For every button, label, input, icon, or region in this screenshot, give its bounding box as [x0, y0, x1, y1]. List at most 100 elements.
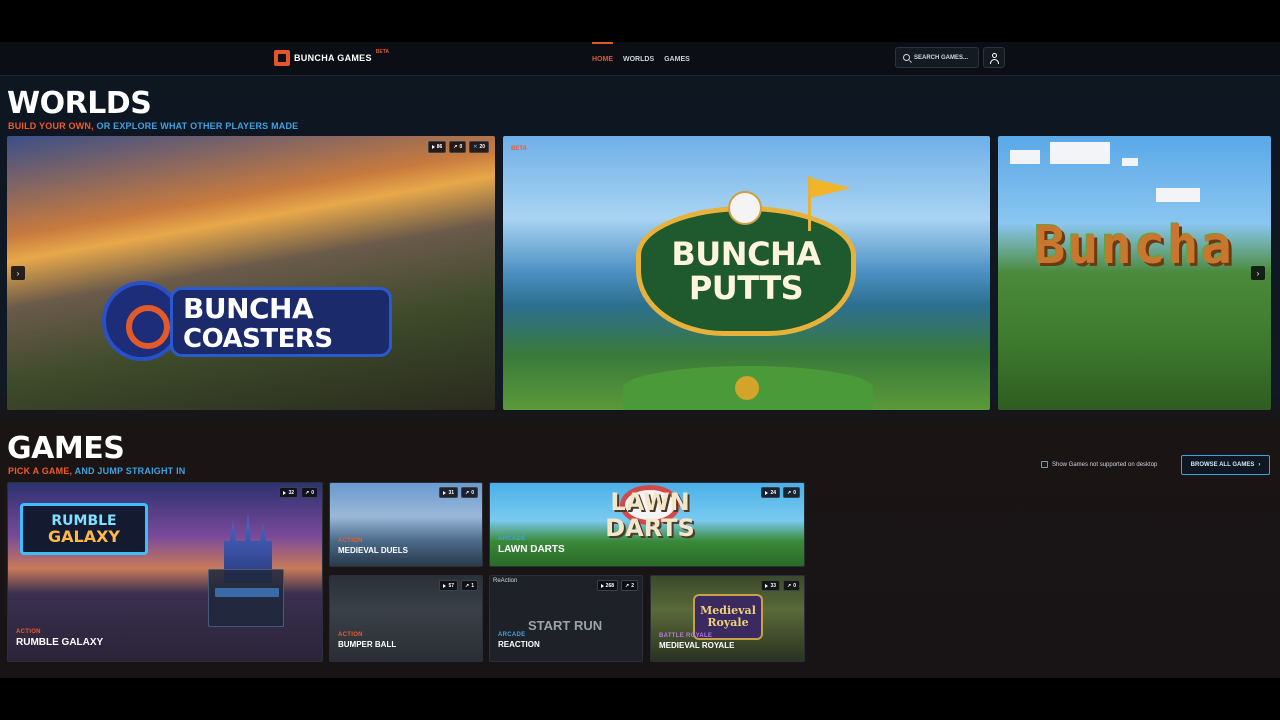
play-icon	[443, 583, 447, 588]
rumble-galaxy-logo: RUMBLE GALAXY	[20, 503, 148, 555]
worlds-subtitle-a: BUILD YOUR OWN,	[8, 121, 94, 131]
trend-icon: ↗	[305, 489, 310, 496]
games-subtitle-a: PICK A GAME,	[8, 466, 73, 476]
cloud	[1010, 150, 1040, 164]
game-label: ARCADE LAWN DARTS	[498, 536, 565, 555]
user-profile-button[interactable]	[983, 47, 1005, 68]
game-label: ACTION BUMPER BALL	[338, 632, 396, 649]
players-stat: 31	[439, 487, 459, 498]
game-stats: 24 ↗ 0	[761, 487, 800, 498]
ld-logo-line1: LAWN	[610, 488, 690, 516]
play-icon	[600, 583, 604, 588]
start-run-text: START RUN	[528, 618, 603, 633]
buncha-coasters-logo: BUNCHA COASTERS	[102, 281, 392, 361]
brand-logo[interactable]: BUNCHA GAMES BETA	[274, 49, 390, 66]
players-stat: 86	[427, 141, 447, 153]
trend-icon: ↗	[625, 582, 630, 589]
trend-stat: ↗ 0	[783, 487, 800, 498]
game-label: ACTION MEDIEVAL DUELS	[338, 538, 408, 555]
game-category: ACTION	[16, 629, 41, 635]
world-card-buncha-putts[interactable]: BETA BUNCHA PUTTS	[503, 136, 990, 410]
trend-stat: ↗ 1	[461, 580, 478, 591]
players-stat: 268	[596, 580, 619, 591]
trend-stat: ↗ 0	[783, 580, 800, 591]
putts-logo-line1: BUNCHA	[671, 235, 821, 273]
game-card-medieval-duels[interactable]: 31 ↗ 0 ACTION MEDIEVAL DUELS	[329, 482, 483, 567]
play-icon	[443, 490, 447, 495]
players-stat: 57	[439, 580, 459, 591]
play-icon	[765, 583, 769, 588]
world-stats: 86 ↗ 0 ✕ 20	[427, 141, 489, 153]
chevron-right-icon: ›	[1258, 462, 1261, 468]
rg-logo-line2: GALAXY	[47, 527, 120, 546]
letterbox-bottom	[0, 678, 1280, 720]
players-stat: 33	[761, 580, 781, 591]
players-stat: 32	[279, 487, 299, 498]
play-icon	[431, 145, 435, 149]
game-category: ACTION	[338, 632, 363, 638]
game-name: REACTION	[498, 640, 540, 649]
flag-icon	[808, 176, 851, 231]
coaster-logo-text: BUNCHA COASTERS	[170, 287, 392, 357]
search-icon	[903, 54, 910, 61]
game-name: BUMPER BALL	[338, 640, 397, 649]
search-input[interactable]: SEARCH GAMES...	[895, 47, 979, 68]
menu-panel-art	[208, 569, 284, 627]
brand-logo-icon	[274, 50, 290, 66]
trend-icon: ↗	[787, 489, 792, 496]
beta-badge: BETA	[375, 49, 390, 55]
coaster-logo-line1: BUNCHA	[183, 292, 314, 325]
worlds-subtitle: BUILD YOUR OWN, OR EXPLORE WHAT OTHER PL…	[8, 121, 298, 131]
trend-stat: ↗ 0	[449, 141, 467, 153]
main-nav: HOME WORLDS GAMES	[592, 42, 690, 76]
game-category: ARCADE	[498, 536, 526, 542]
game-card-bumper-ball[interactable]: 57 ↗ 1 ACTION BUMPER BALL	[329, 575, 483, 662]
carousel-prev-button[interactable]: ›	[11, 266, 25, 280]
trend-stat: ↗ 0	[301, 487, 318, 498]
play-icon	[765, 490, 769, 495]
tools-stat: ✕ 20	[469, 141, 489, 153]
game-category: BATTLE ROYALE	[659, 633, 713, 639]
top-header: BUNCHA GAMES BETA HOME WORLDS GAMES SEAR…	[0, 42, 1280, 76]
buncha-putts-logo: BUNCHA PUTTS	[636, 206, 856, 336]
game-card-rumble-galaxy[interactable]: RUMBLE GALAXY 32 ↗ 0 ACTION RUMBLE GALAXY	[7, 482, 323, 662]
game-label: ARCADE REACTION	[498, 632, 540, 649]
game-stats: 268 ↗ 2	[596, 580, 638, 591]
game-stats: 33 ↗ 0	[761, 580, 800, 591]
play-icon	[283, 490, 287, 495]
user-icon	[992, 53, 997, 58]
tools-icon: ✕	[473, 144, 478, 150]
nav-home[interactable]: HOME	[592, 42, 613, 76]
show-unsupported-checkbox[interactable]	[1041, 461, 1048, 468]
game-card-reaction[interactable]: ReAction START RUN 268 ↗ 2 ARCADE REACTIO…	[489, 575, 643, 662]
game-category: ARCADE	[498, 632, 526, 638]
trend-icon: ↗	[453, 144, 458, 150]
world-card-buncha-craft[interactable]: Buncha ›	[998, 136, 1271, 410]
app: BUNCHA GAMES BETA HOME WORLDS GAMES SEAR…	[0, 42, 1280, 678]
show-unsupported-label: Show Games not supported on desktop	[1052, 461, 1158, 468]
trend-stat: ↗ 2	[621, 580, 638, 591]
user-icon-body	[990, 59, 999, 64]
carousel-next-button[interactable]: ›	[1251, 266, 1265, 280]
lawn-darts-logo: LAWN DARTS	[585, 489, 715, 549]
buncha-craft-logo: Buncha	[1034, 216, 1271, 276]
games-subtitle-b: AND JUMP STRAIGHT IN	[74, 466, 186, 476]
game-card-medieval-royale[interactable]: Medieval Royale 33 ↗ 0 BATTLE ROYALE MEDI…	[650, 575, 805, 662]
game-stats: 57 ↗ 1	[439, 580, 478, 591]
nav-games[interactable]: GAMES	[664, 42, 690, 76]
trend-icon: ↗	[465, 582, 470, 589]
game-stats: 32 ↗ 0	[279, 487, 318, 498]
show-unsupported-toggle[interactable]: Show Games not supported on desktop	[1041, 461, 1157, 468]
letterbox-top	[0, 0, 1280, 42]
browse-all-games-button[interactable]: BROWSE ALL GAMES ›	[1181, 455, 1270, 475]
game-label: BATTLE ROYALE MEDIEVAL ROYALE	[659, 633, 734, 650]
game-category: ACTION	[338, 538, 363, 544]
game-label: ACTION RUMBLE GALAXY	[16, 629, 103, 648]
worlds-title: WORLDS	[7, 86, 152, 121]
game-card-lawn-darts[interactable]: LAWN DARTS 24 ↗ 0 ARCADE LAWN DARTS	[489, 482, 805, 567]
putts-logo-line2: PUTTS	[688, 269, 804, 307]
cloud	[1050, 142, 1110, 164]
world-card-buncha-coasters[interactable]: 86 ↗ 0 ✕ 20 BUNCHA COASTERS ›	[7, 136, 495, 410]
players-stat: 24	[761, 487, 781, 498]
nav-worlds[interactable]: WORLDS	[623, 42, 654, 76]
